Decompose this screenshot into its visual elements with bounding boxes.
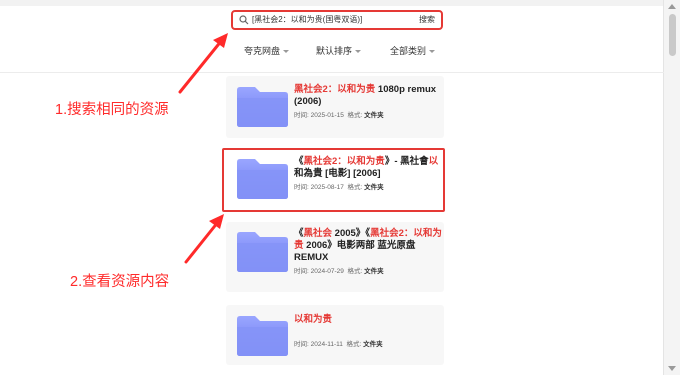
folder-icon [237,316,288,356]
scroll-thumb[interactable] [669,14,676,56]
result-card[interactable]: 黑社会2：以和为贵 1080p remux (2006) 时间: 2025-01… [226,76,444,138]
time-value: 2025-01-15 [310,112,344,119]
search-icon [239,15,249,25]
time-label: 时间: [294,112,311,119]
title-text: 《 [294,228,304,239]
arrow-icon [178,33,228,94]
time-label: 时间: [294,341,311,348]
annotation-step2: 2.查看资源内容 [70,274,170,290]
result-title[interactable]: 以和为贵 [294,314,444,326]
filter-sort[interactable]: 默认排序 [316,38,362,64]
result-card[interactable]: 《黑社会 2005》《黑社会2：以和为贵 2006》电影两部 蓝光原盘REMUX… [226,222,444,292]
result-card[interactable]: 以和为贵 时间: 2024-11-11 格式: 文件夹 [226,305,444,365]
title-text: 2005》《 [332,228,371,239]
title-text: 2006》电影两部 蓝光原盘REMUX [294,240,416,263]
result-title[interactable]: 黑社会2：以和为贵 1080p remux (2006) [294,84,444,108]
folder-icon [237,87,288,127]
filter-category-label: 全部类别 [390,46,427,56]
chevron-down-icon [283,50,290,54]
format-value: 文件夹 [364,268,384,275]
folder-icon [237,232,288,272]
scroll-down-arrow-icon[interactable] [668,366,676,371]
search-input[interactable] [252,12,412,28]
time-value: 2024-07-29 [310,268,344,275]
result-meta: 时间: 2024-07-29 格式: 文件夹 [294,267,444,276]
highlight-frame [222,148,445,212]
result-meta: 时间: 2025-01-15 格式: 文件夹 [294,111,444,120]
format-label: 格式: [347,112,365,119]
filter-bar: 夸克网盘 默认排序 全部类别 [226,38,446,64]
title-highlight: 黑社会 [303,228,333,239]
format-value: 文件夹 [363,341,383,348]
scroll-up-arrow-icon[interactable] [668,4,676,9]
filter-sort-label: 默认排序 [316,46,353,56]
time-value: 2024-11-11 [310,341,343,348]
title-highlight: 以和为贵 [294,314,333,325]
scrollbar[interactable] [663,0,680,375]
filter-cloud-drive[interactable]: 夸克网盘 [244,38,290,64]
title-highlight: 黑社会2：以和为贵 [294,84,376,95]
format-label: 格式: [347,268,365,275]
annotation-step1: 1.搜索相同的资源 [55,102,169,118]
search-box[interactable]: 搜索 [231,10,443,30]
page: 搜索 夸克网盘 默认排序 全部类别 黑社会2：以和为贵 1080p remux … [0,0,680,375]
format-label: 格式: [346,341,364,348]
chevron-down-icon [355,50,362,54]
divider [0,72,664,73]
result-title[interactable]: 《黑社会 2005》《黑社会2：以和为贵 2006》电影两部 蓝光原盘REMUX [294,228,444,264]
filter-cloud-drive-label: 夸克网盘 [244,46,281,56]
search-button[interactable]: 搜索 [416,13,438,27]
format-value: 文件夹 [364,112,384,119]
chevron-down-icon [429,50,436,54]
arrow-icon [184,214,224,264]
filter-category[interactable]: 全部类别 [390,38,436,64]
top-strip [0,0,680,6]
result-meta: 时间: 2024-11-11 格式: 文件夹 [294,340,444,349]
time-label: 时间: [294,268,311,275]
